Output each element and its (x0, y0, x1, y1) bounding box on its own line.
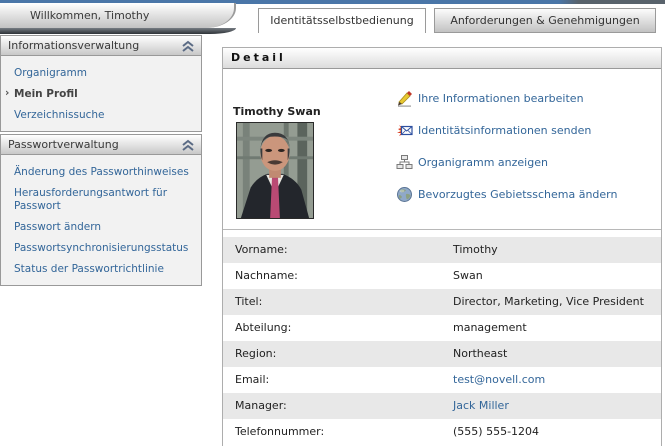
table-row-abteilung: Abteilung: management (223, 315, 661, 341)
sidebar-section-title: Informationsverwaltung (8, 36, 139, 56)
sidebar: Informationsverwaltung Organigramm › Mei… (0, 33, 202, 286)
profile-photo (236, 122, 314, 219)
sidebar-item-passworthinweis[interactable]: Änderung des Passworthinweises (14, 166, 197, 179)
attribute-label: Email: (223, 373, 269, 386)
sidebar-item-label: Passwort ändern (14, 221, 101, 233)
attribute-label: Titel: (223, 295, 262, 308)
attribute-value: Northeast (453, 341, 507, 367)
table-row-vorname: Vorname: Timothy (223, 237, 661, 263)
attribute-value: Director, Marketing, Vice President (453, 289, 644, 315)
table-row-titel: Titel: Director, Marketing, Vice Preside… (223, 289, 661, 315)
double-chevron-up-icon[interactable] (181, 139, 195, 151)
display-org-chart-link[interactable]: Organigramm anzeigen (396, 153, 548, 171)
sidebar-section-body-password: Änderung des Passworthinweises Herausfor… (0, 155, 202, 286)
welcome-text: Willkommen, Timothy (30, 9, 149, 22)
sidebar-section-header-information[interactable]: Informationsverwaltung (0, 35, 202, 56)
pencil-icon (396, 90, 413, 107)
sidebar-item-passwortrichtlinie[interactable]: Status der Passwortrichtlinie (14, 263, 197, 276)
active-item-arrow-icon: › (5, 87, 9, 100)
welcome-banner: Willkommen, Timothy (0, 3, 236, 28)
portlet-title-bar: Detail (223, 48, 661, 69)
double-chevron-up-icon[interactable] (181, 40, 195, 52)
attribute-label: Region: (223, 347, 276, 360)
sidebar-item-label: Organigramm (14, 67, 87, 79)
action-label: Organigramm anzeigen (418, 156, 548, 169)
tab-requests-approvals[interactable]: Anforderungen & Genehmigungen (434, 8, 656, 33)
tab-label: Identitätsselbstbedienung (270, 14, 413, 27)
send-mail-icon (396, 122, 413, 139)
attribute-label: Telefonnummer: (223, 425, 324, 438)
attribute-label: Nachname: (223, 269, 298, 282)
action-label: Bevorzugtes Gebietsschema ändern (418, 188, 618, 201)
attribute-value: (555) 555-1204 (453, 419, 539, 445)
sidebar-section-body-information: Organigramm › Mein Profil Verzeichnissuc… (0, 56, 202, 132)
attribute-label: Vorname: (223, 243, 288, 256)
attribute-value: Swan (453, 263, 483, 289)
sidebar-item-label: Mein Profil (14, 88, 78, 100)
email-link[interactable]: test@novell.com (453, 367, 545, 393)
sidebar-section-title: Passwortverwaltung (8, 135, 119, 155)
sidebar-item-label: Verzeichnissuche (14, 109, 105, 121)
profile-summary: Timothy Swan (223, 69, 661, 229)
attribute-label: Manager: (223, 399, 287, 412)
table-row-nachname: Nachname: Swan (223, 263, 661, 289)
portlet-title: Detail (231, 51, 286, 64)
tab-label: Anforderungen & Genehmigungen (450, 14, 639, 27)
table-row-region: Region: Northeast (223, 341, 661, 367)
table-row-email: Email: test@novell.com (223, 367, 661, 393)
attributes-divider (223, 229, 661, 230)
sidebar-item-herausforderungsantwort[interactable]: Herausforderungsantwort für Passwort (14, 187, 197, 213)
attributes-table: Vorname: Timothy Nachname: Swan Titel: D… (223, 237, 661, 445)
sidebar-item-mein-profil[interactable]: › Mein Profil (14, 88, 197, 101)
send-identity-info-link[interactable]: Identitätsinformationen senden (396, 121, 591, 139)
sidebar-item-passwort-aendern[interactable]: Passwort ändern (14, 221, 197, 234)
sidebar-item-label: Passwortsynchronisierungsstatus (14, 242, 188, 254)
edit-information-link[interactable]: Ihre Informationen bearbeiten (396, 89, 584, 107)
table-row-telefonnummer: Telefonnummer: (555) 555-1204 (223, 419, 661, 445)
attribute-value: Timothy (453, 237, 498, 263)
profile-name: Timothy Swan (233, 105, 321, 118)
sidebar-item-label: Änderung des Passworthinweises (14, 166, 189, 178)
detail-portlet: Detail Timothy Swan (222, 47, 662, 446)
sidebar-item-label: Herausforderungsantwort für Passwort (14, 187, 167, 212)
attribute-label: Abteilung: (223, 321, 291, 334)
sidebar-item-organigramm[interactable]: Organigramm (14, 67, 197, 80)
change-locale-link[interactable]: Bevorzugtes Gebietsschema ändern (396, 185, 618, 203)
action-label: Identitätsinformationen senden (418, 124, 591, 137)
sidebar-item-verzeichnissuche[interactable]: Verzeichnissuche (14, 109, 197, 122)
globe-icon (396, 186, 413, 203)
org-chart-icon (396, 154, 413, 171)
sidebar-section-header-password[interactable]: Passwortverwaltung (0, 134, 202, 155)
sidebar-item-passwortsynchronisierungsstatus[interactable]: Passwortsynchronisierungsstatus (14, 242, 197, 255)
manager-link[interactable]: Jack Miller (453, 393, 509, 419)
attribute-value: management (453, 315, 527, 341)
sidebar-item-label: Status der Passwortrichtlinie (14, 263, 164, 275)
tab-identity-self-service[interactable]: Identitätsselbstbedienung (258, 8, 426, 33)
table-row-manager: Manager: Jack Miller (223, 393, 661, 419)
action-label: Ihre Informationen bearbeiten (418, 92, 584, 105)
